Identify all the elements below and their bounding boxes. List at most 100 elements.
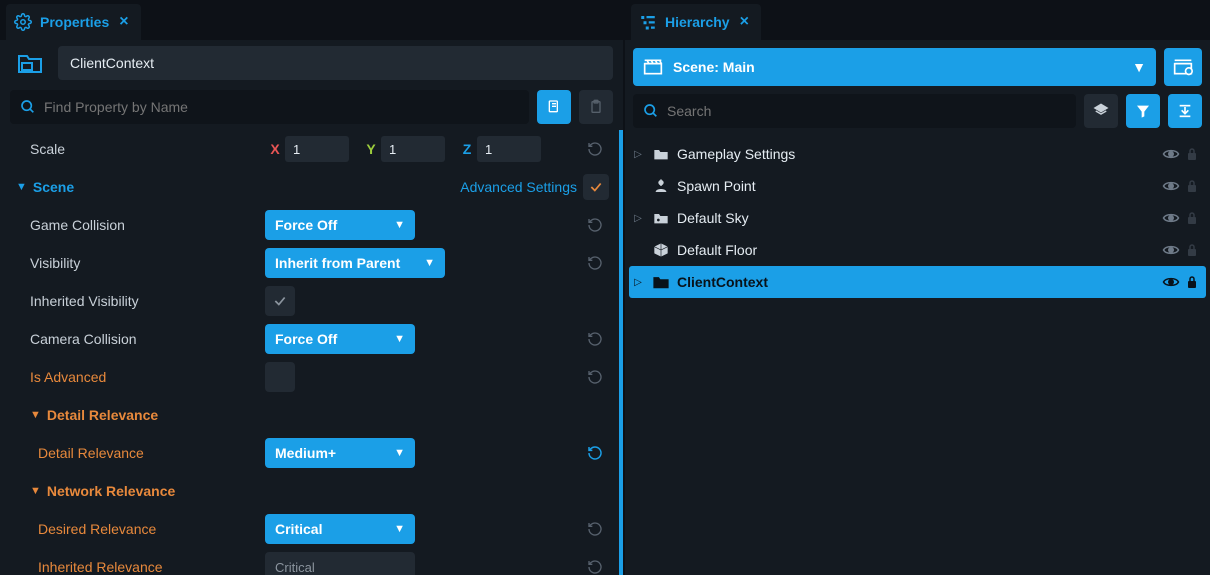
filter-button[interactable] (1126, 94, 1160, 128)
desired-relevance-label: Desired Relevance (10, 521, 265, 537)
property-search-input[interactable] (44, 99, 519, 115)
expand-toggle[interactable]: ▷ (631, 213, 645, 224)
lock-icon[interactable] (1186, 179, 1200, 193)
hierarchy-search-row (625, 90, 1210, 134)
expand-toggle[interactable]: ▷ (631, 149, 645, 160)
game-collision-label: Game Collision (10, 217, 265, 233)
visibility-icon[interactable] (1162, 179, 1180, 193)
hierarchy-tab[interactable]: Hierarchy × (631, 4, 761, 40)
axis-z-label: Z (457, 141, 477, 157)
is-advanced-label: Is Advanced (10, 369, 265, 385)
scale-xyz: X 1 Y 1 Z 1 (265, 136, 553, 162)
hierarchy-tree: ▷Gameplay Settings Spawn Point ▷ Default Sk… (625, 134, 1210, 575)
desired-relevance-reset[interactable] (581, 521, 609, 537)
visibility-dropdown[interactable]: Inherit from Parent▼ (265, 248, 445, 278)
close-icon[interactable]: × (740, 13, 749, 31)
desired-relevance-dropdown[interactable]: Critical▼ (265, 514, 415, 544)
chevron-down-icon: ▼ (394, 447, 405, 459)
tree-item-label: Default Sky (677, 210, 1156, 226)
inherited-relevance-reset[interactable] (581, 559, 609, 575)
scale-z-input[interactable]: 1 (477, 136, 541, 162)
sort-button[interactable] (1084, 94, 1118, 128)
is-advanced-checkbox[interactable] (265, 362, 295, 392)
scene-dropdown[interactable]: Scene: Main ▼ (633, 48, 1156, 86)
tree-row[interactable]: ▷ClientContext (629, 266, 1206, 298)
collapse-button[interactable] (1168, 94, 1202, 128)
search-icon (20, 99, 36, 115)
properties-list: Scale X 1 Y 1 Z 1 (0, 130, 623, 575)
visibility-icon[interactable] (1162, 243, 1180, 257)
context-folder-icon (10, 46, 50, 80)
scale-x-input[interactable]: 1 (285, 136, 349, 162)
tree-item-label: Spawn Point (677, 178, 1156, 194)
inherited-visibility-label: Inherited Visibility (10, 293, 265, 309)
tree-item-status (1162, 275, 1200, 289)
game-collision-reset[interactable] (581, 217, 609, 233)
scale-row: Scale X 1 Y 1 Z 1 (8, 130, 611, 168)
hierarchy-panel: Hierarchy × Scene: Main ▼ (625, 0, 1210, 575)
properties-tab[interactable]: Properties × (6, 4, 141, 40)
detail-relevance-label: Detail Relevance (10, 445, 265, 461)
axis-y-label: Y (361, 141, 381, 157)
inherited-relevance-row: Inherited Relevance Critical (8, 548, 611, 575)
scene-settings-button[interactable] (1164, 48, 1202, 86)
object-icon (651, 274, 671, 290)
camera-collision-row: Camera Collision Force Off▼ (8, 320, 611, 358)
is-advanced-row: Is Advanced (8, 358, 611, 396)
camera-collision-dropdown[interactable]: Force Off▼ (265, 324, 415, 354)
property-search[interactable] (10, 90, 529, 124)
visibility-icon[interactable] (1162, 211, 1180, 225)
lock-icon[interactable] (1186, 211, 1200, 225)
scale-reset[interactable] (581, 141, 609, 157)
inherited-relevance-value: Critical (265, 552, 415, 575)
network-relevance-section[interactable]: ▼ Network Relevance (8, 472, 611, 510)
tree-row[interactable]: Spawn Point (629, 170, 1206, 202)
object-icon (651, 211, 671, 225)
object-icon (651, 147, 671, 161)
visibility-icon[interactable] (1162, 147, 1180, 161)
properties-panel: Properties × ClientContext (0, 0, 625, 575)
visibility-label: Visibility (10, 255, 265, 271)
hierarchy-tab-label: Hierarchy (665, 14, 730, 30)
object-name-field[interactable]: ClientContext (58, 46, 613, 80)
tree-row[interactable]: ▷Gameplay Settings (629, 138, 1206, 170)
game-collision-dropdown[interactable]: Force Off▼ (265, 210, 415, 240)
tree-row[interactable]: ▷ Default Sky (629, 202, 1206, 234)
advanced-toggle[interactable] (583, 174, 609, 200)
detail-relevance-row: Detail Relevance Medium+▼ (8, 434, 611, 472)
lock-icon[interactable] (1186, 275, 1200, 289)
hierarchy-search-input[interactable] (667, 103, 1066, 119)
expand-toggle[interactable]: ▷ (631, 277, 645, 288)
hierarchy-tabbar: Hierarchy × (625, 0, 1210, 40)
property-search-row (0, 86, 623, 130)
copy-button[interactable] (537, 90, 571, 124)
detail-relevance-dropdown[interactable]: Medium+▼ (265, 438, 415, 468)
inherited-relevance-label: Inherited Relevance (10, 559, 265, 575)
hierarchy-search[interactable] (633, 94, 1076, 128)
desired-relevance-row: Desired Relevance Critical▼ (8, 510, 611, 548)
properties-tab-label: Properties (40, 14, 109, 30)
visibility-icon[interactable] (1162, 275, 1180, 289)
visibility-reset[interactable] (581, 255, 609, 271)
close-icon[interactable]: × (119, 13, 128, 31)
advanced-settings-link[interactable]: Advanced Settings (460, 179, 577, 195)
scene-selector-row: Scene: Main ▼ (625, 40, 1210, 90)
detail-relevance-reset[interactable] (581, 445, 609, 461)
lock-icon[interactable] (1186, 243, 1200, 257)
chevron-down-icon: ▼ (424, 257, 435, 269)
detail-relevance-section-title: Detail Relevance (47, 407, 158, 423)
tree-row[interactable]: Default Floor (629, 234, 1206, 266)
game-collision-row: Game Collision Force Off▼ (8, 206, 611, 244)
detail-relevance-section[interactable]: ▼ Detail Relevance (8, 396, 611, 434)
hierarchy-icon (639, 13, 657, 31)
object-name-row: ClientContext (0, 40, 623, 86)
scale-y-input[interactable]: 1 (381, 136, 445, 162)
scene-section-header[interactable]: ▼ Scene Advanced Settings (8, 168, 611, 206)
lock-icon[interactable] (1186, 147, 1200, 161)
is-advanced-reset[interactable] (581, 369, 609, 385)
object-icon (651, 178, 671, 194)
chevron-down-icon: ▼ (394, 219, 405, 231)
clapperboard-icon (643, 58, 663, 76)
paste-button[interactable] (579, 90, 613, 124)
camera-collision-reset[interactable] (581, 331, 609, 347)
